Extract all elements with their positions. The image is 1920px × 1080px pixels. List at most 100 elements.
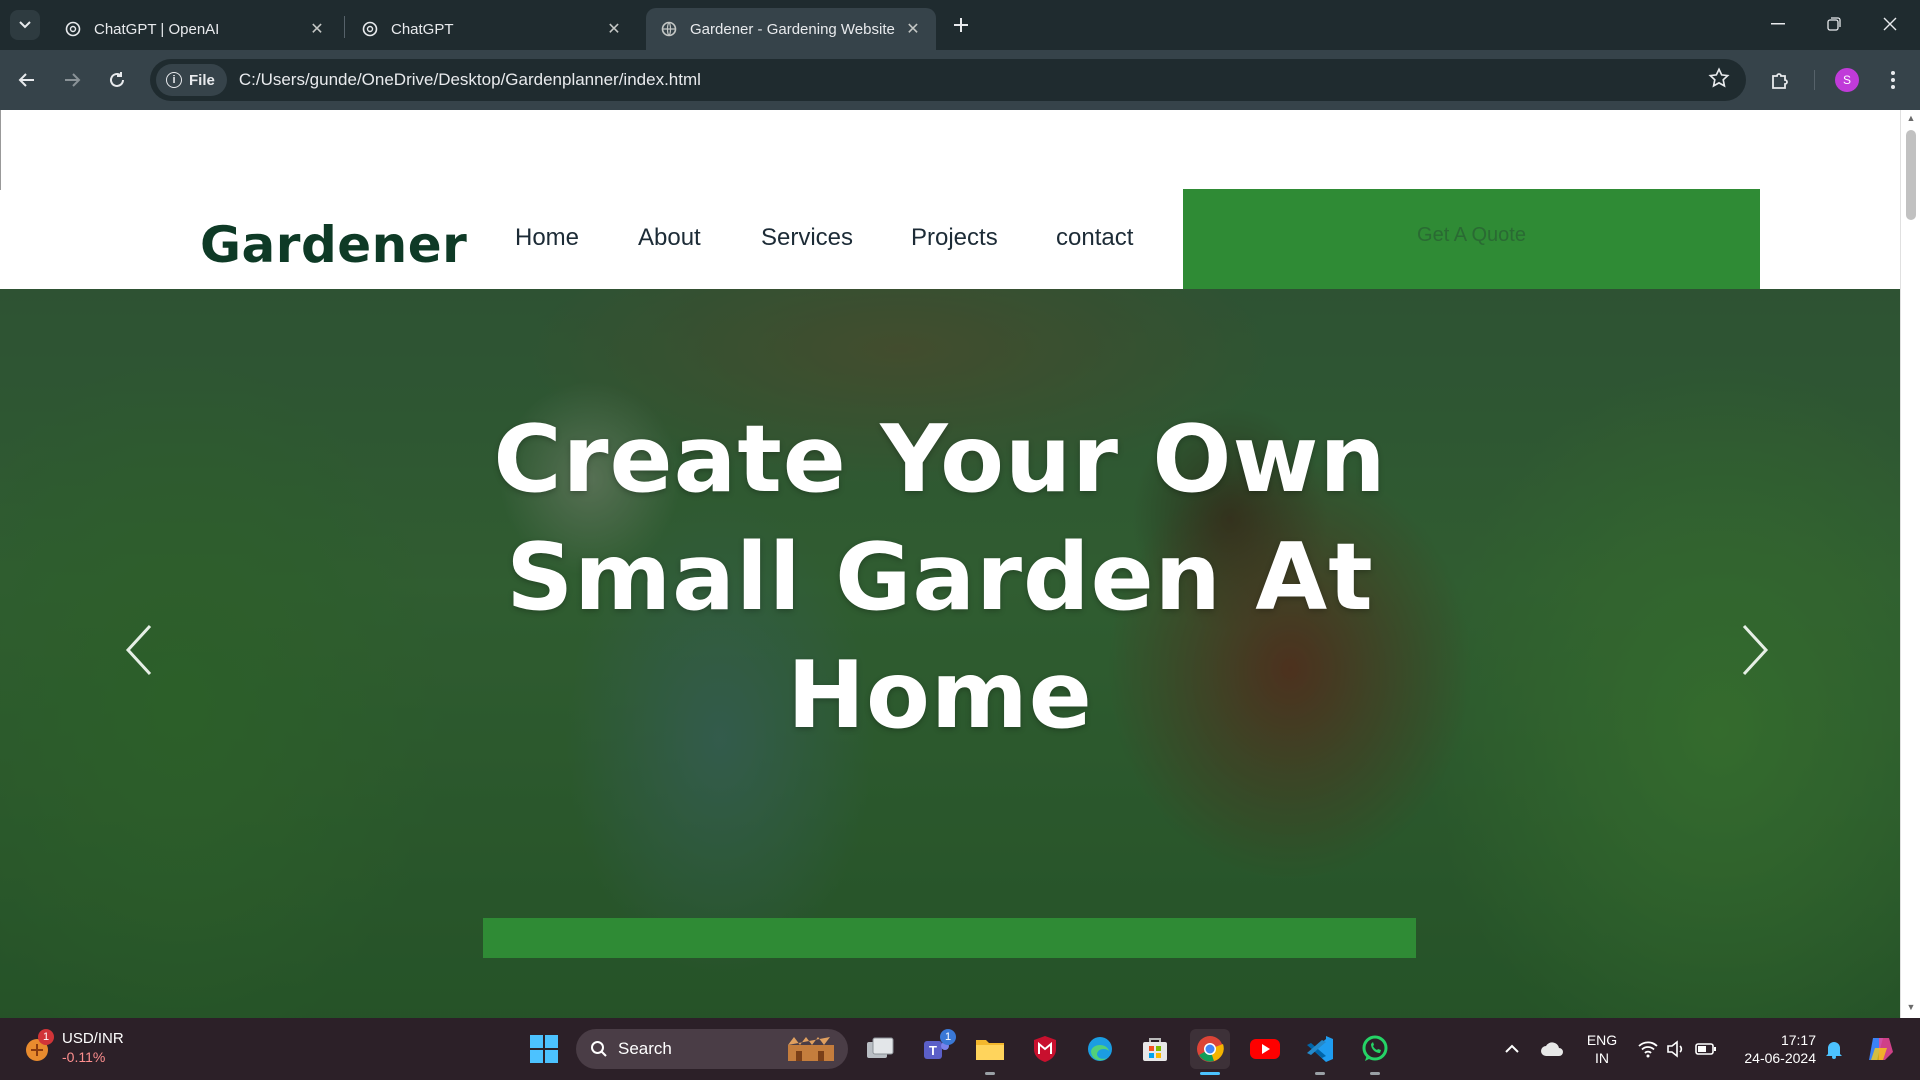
close-icon[interactable]: ✕ — [605, 20, 623, 38]
nav-link-projects[interactable]: Projects — [911, 224, 998, 252]
vscode-icon — [1307, 1036, 1333, 1062]
running-indicator-active — [1200, 1072, 1220, 1075]
notifications-button[interactable] — [1818, 1029, 1850, 1069]
chrome-button[interactable] — [1190, 1029, 1230, 1069]
teams-badge: 1 — [940, 1029, 956, 1045]
carousel-next-button[interactable] — [1734, 620, 1784, 690]
tab-gardener[interactable]: Gardener - Gardening Website ✕ — [646, 8, 936, 50]
running-indicator — [985, 1072, 995, 1075]
edge-button[interactable] — [1080, 1029, 1120, 1069]
hero-title-line: Small Garden At — [506, 523, 1374, 631]
search-icon — [591, 1041, 607, 1057]
url-text[interactable]: C:/Users/gunde/OneDrive/Desktop/Gardenpl… — [239, 70, 701, 90]
new-tab-button[interactable] — [948, 12, 974, 38]
teams-button[interactable]: T 1 — [916, 1029, 956, 1069]
search-label: Search — [618, 1039, 672, 1058]
taskbar-search[interactable]: Search — [576, 1029, 848, 1069]
chevron-left-icon — [125, 624, 152, 676]
task-view-icon — [867, 1037, 894, 1058]
language-top: ENG — [1586, 1032, 1618, 1048]
site-logo[interactable]: Gardener — [200, 216, 467, 274]
reload-button[interactable] — [100, 63, 134, 97]
hero-cta-button[interactable] — [483, 918, 1416, 958]
nav-link-about[interactable]: About — [638, 224, 701, 252]
nav-link-services[interactable]: Services — [761, 224, 853, 252]
scroll-down-icon[interactable]: ▼ — [1906, 1002, 1916, 1012]
toolbar-divider — [1814, 70, 1815, 90]
tab-separator — [344, 16, 345, 38]
task-view-button[interactable] — [860, 1029, 900, 1069]
site-info-chip[interactable]: i File — [156, 64, 227, 96]
wifi-icon — [1638, 1041, 1658, 1058]
whatsapp-button[interactable] — [1355, 1029, 1395, 1069]
close-icon[interactable]: ✕ — [308, 20, 326, 38]
search-highlight-icon — [788, 1037, 834, 1061]
chip-label: File — [189, 71, 215, 89]
profile-button[interactable]: S — [1830, 63, 1864, 97]
store-icon — [1143, 1038, 1167, 1061]
page-viewport: Gardener Home About Services Projects co… — [0, 110, 1900, 1018]
onedrive-button[interactable] — [1534, 1029, 1570, 1069]
bell-icon — [1826, 1042, 1842, 1059]
forward-button[interactable] — [55, 63, 89, 97]
edge-icon — [1088, 1037, 1112, 1061]
widget-value: -0.11% — [62, 1049, 106, 1065]
address-bar[interactable]: i File C:/Users/gunde/OneDrive/Desktop/G… — [150, 59, 1746, 101]
get-a-quote-button[interactable]: Get A Quote — [1183, 189, 1760, 290]
clock[interactable]: 17:17 24-06-2024 — [1726, 1031, 1816, 1067]
close-icon[interactable]: ✕ — [904, 20, 922, 38]
browser-menu-button[interactable] — [1876, 63, 1910, 97]
battery-status[interactable] — [1688, 1029, 1724, 1069]
get-a-quote-label: Get A Quote — [1417, 224, 1526, 246]
folder-icon — [976, 1040, 1004, 1060]
carousel-prev-button[interactable] — [120, 620, 170, 690]
tab-title: ChatGPT — [391, 20, 454, 38]
hero-title: Create Your Own Small Garden At Home — [440, 400, 1440, 754]
puzzle-icon — [1772, 73, 1788, 89]
tab-chatgpt[interactable]: ChatGPT ✕ — [347, 8, 637, 50]
minimize-icon — [1771, 23, 1785, 25]
bookmark-star-icon[interactable] — [1708, 67, 1730, 95]
page-edge-line — [0, 110, 1, 190]
close-window-button[interactable] — [1862, 0, 1918, 48]
nav-link-home[interactable]: Home — [515, 224, 579, 252]
arrow-right-icon — [65, 73, 81, 87]
minimize-button[interactable] — [1750, 0, 1806, 48]
show-hidden-icons-button[interactable] — [1494, 1029, 1530, 1069]
currency-widget-icon: 1 — [22, 1029, 54, 1063]
close-icon — [1883, 17, 1897, 31]
scrollbar-thumb[interactable] — [1906, 130, 1916, 220]
globe-icon — [660, 20, 678, 38]
language-bottom: IN — [1595, 1050, 1609, 1066]
chevron-down-icon — [19, 21, 31, 29]
scroll-up-icon[interactable]: ▲ — [1906, 113, 1916, 123]
store-button[interactable] — [1135, 1029, 1175, 1069]
mcafee-button[interactable] — [1025, 1029, 1065, 1069]
start-button[interactable] — [524, 1029, 564, 1069]
running-indicator — [1370, 1072, 1380, 1075]
nav-link-contact[interactable]: contact — [1056, 224, 1133, 252]
hero-title-line: Home — [787, 641, 1093, 749]
back-button[interactable] — [10, 63, 44, 97]
avatar: S — [1835, 68, 1859, 92]
chevron-right-icon — [1742, 624, 1769, 676]
running-indicator — [1315, 1072, 1325, 1075]
mcafee-shield-icon — [1034, 1036, 1056, 1062]
extensions-button[interactable] — [1764, 63, 1798, 97]
restore-button[interactable] — [1806, 0, 1862, 48]
plus-icon — [954, 18, 968, 32]
tab-chatgpt-openai[interactable]: ChatGPT | OpenAI ✕ — [50, 8, 340, 50]
vscode-button[interactable] — [1300, 1029, 1340, 1069]
page-scrollbar[interactable]: ▲ ▼ — [1900, 110, 1920, 1018]
weather-market-widget[interactable]: 1 USD/INR -0.11% — [22, 1029, 124, 1066]
windows-logo-icon — [530, 1035, 558, 1063]
youtube-button[interactable] — [1245, 1029, 1285, 1069]
chrome-icon — [1197, 1036, 1224, 1062]
more-vertical-icon — [1891, 71, 1895, 89]
tab-search-dropdown-button[interactable] — [10, 10, 40, 40]
language-indicator[interactable]: ENG IN — [1580, 1031, 1624, 1067]
file-explorer-button[interactable] — [970, 1029, 1010, 1069]
copilot-icon — [1869, 1038, 1893, 1060]
copilot-button[interactable] — [1860, 1029, 1900, 1069]
speaker-icon — [1667, 1040, 1683, 1058]
